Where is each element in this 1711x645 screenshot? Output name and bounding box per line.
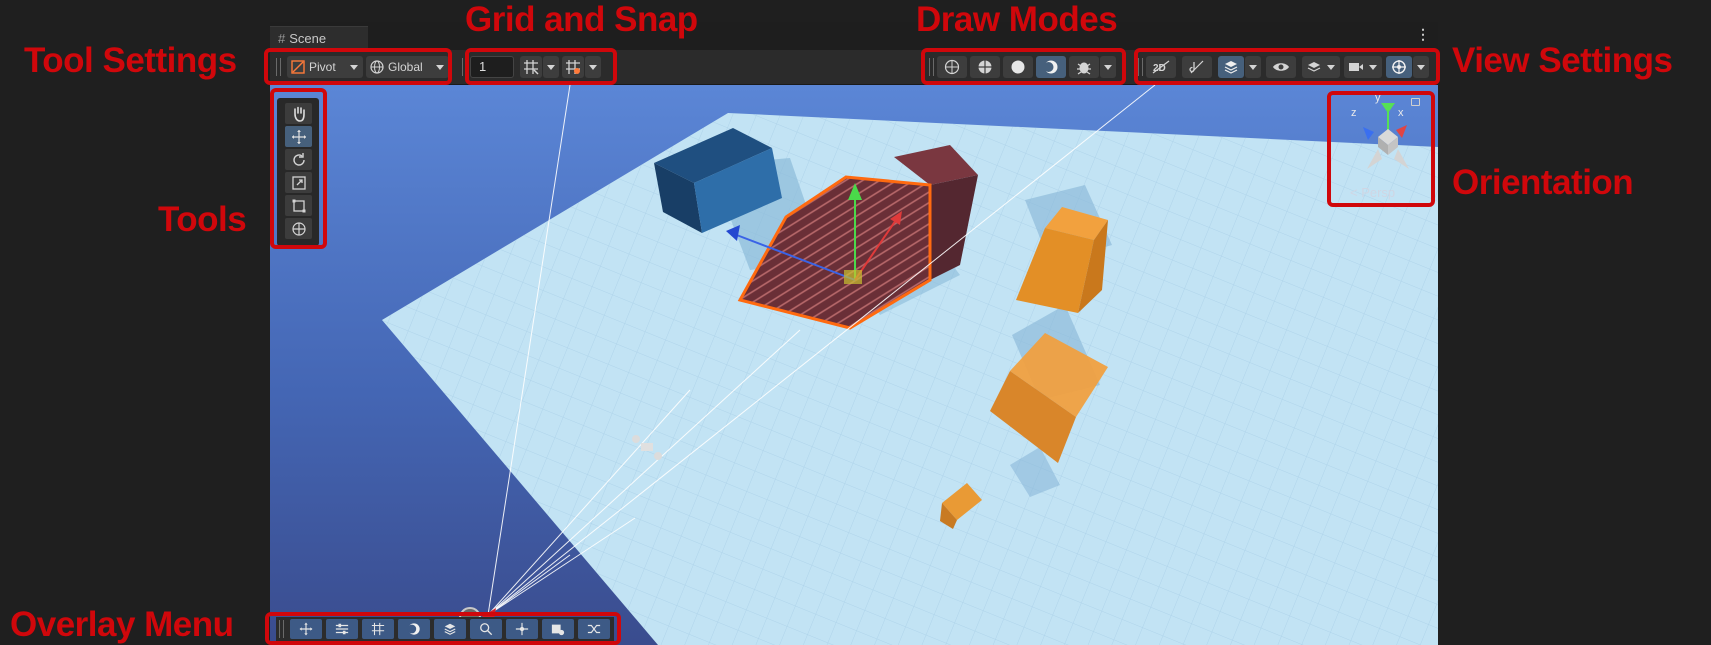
- more-options-icon[interactable]: ⋮: [1416, 26, 1430, 43]
- annotation-orientation: Orientation: [1452, 163, 1634, 202]
- scene-tab-bar: # Scene ⋮: [270, 22, 1438, 50]
- scene-viewport[interactable]: [270, 85, 1438, 645]
- view-settings-box: [1134, 48, 1440, 85]
- annotation-view-settings: View Settings: [1452, 41, 1673, 80]
- grid-and-snap-box: [465, 48, 617, 85]
- scene-tab-label: Scene: [289, 31, 327, 46]
- annotation-overlay-menu: Overlay Menu: [10, 605, 234, 644]
- grid-icon: #: [278, 31, 286, 46]
- tool-settings-box: [264, 48, 452, 85]
- annotation-tool-settings: Tool Settings: [24, 41, 237, 80]
- scene-tab[interactable]: # Scene: [270, 26, 368, 50]
- draw-modes-box: [921, 48, 1126, 85]
- annotation-draw-modes: Draw Modes: [916, 0, 1118, 39]
- orientation-box: [1327, 91, 1435, 207]
- tools-box: [270, 88, 327, 249]
- scene-render: [270, 85, 1438, 645]
- overlay-menu-box: [265, 612, 621, 645]
- annotation-grid-and-snap: Grid and Snap: [465, 0, 698, 39]
- annotation-tools: Tools: [158, 200, 247, 239]
